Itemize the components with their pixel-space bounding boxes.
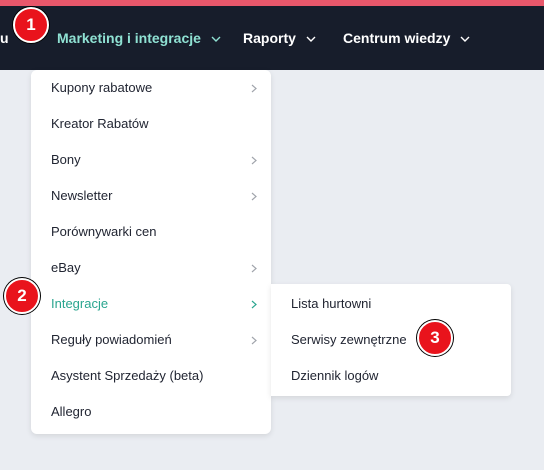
nav-item-label: Raporty [243,30,296,46]
top-navbar: u Marketing i integracje Raporty Centrum… [0,6,544,70]
menu-item-notification-rules[interactable]: Reguły powiadomień [31,322,271,358]
chevron-down-icon [211,36,221,43]
step-badge-2: 2 [4,278,40,314]
chevron-right-icon [251,286,257,322]
submenu-item-label: Lista hurtowni [291,296,372,311]
nav-reports[interactable]: Raporty [243,6,316,70]
menu-item-allegro[interactable]: Allegro [31,394,271,430]
submenu-item-external-services[interactable]: Serwisy zewnętrzne [271,322,511,358]
menu-item-price-comparison[interactable]: Porównywarki cen [31,214,271,250]
chevron-down-icon [306,36,316,43]
chevron-right-icon [251,70,257,106]
menu-item-label: Reguły powiadomień [51,332,172,347]
submenu-item-logs[interactable]: Dziennik logów [271,358,511,394]
menu-item-label: Integracje [51,296,109,311]
chevron-down-icon [460,36,470,43]
menu-item-discount-creator[interactable]: Kreator Rabatów [31,106,271,142]
menu-item-label: Asystent Sprzedaży (beta) [51,368,204,383]
menu-item-coupons[interactable]: Kupony rabatowe [31,70,271,106]
menu-item-sales-assistant[interactable]: Asystent Sprzedaży (beta) [31,358,271,394]
marketing-dropdown-menu: Kupony rabatowe Kreator Rabatów Bony New… [31,70,271,434]
nav-marketing-integrations[interactable]: Marketing i integracje [57,6,221,70]
menu-item-label: Kreator Rabatów [51,116,149,131]
nav-item-label: Marketing i integracje [57,30,201,46]
nav-item-label: Centrum wiedzy [343,30,451,46]
chevron-right-icon [251,142,257,178]
menu-item-ebay[interactable]: eBay [31,250,271,286]
chevron-right-icon [251,178,257,214]
submenu-item-wholesalers[interactable]: Lista hurtowni [271,286,511,322]
menu-item-label: Porównywarki cen [51,224,157,239]
submenu-item-label: Serwisy zewnętrzne [291,332,407,347]
menu-item-label: eBay [51,260,81,275]
menu-item-label: Bony [51,152,81,167]
menu-item-integrations[interactable]: Integracje [31,286,271,322]
menu-item-label: Kupony rabatowe [51,80,153,95]
menu-item-newsletter[interactable]: Newsletter [31,178,271,214]
nav-item-partial[interactable]: u [0,6,9,70]
menu-item-label: Allegro [51,404,92,419]
menu-item-vouchers[interactable]: Bony [31,142,271,178]
submenu-item-label: Dziennik logów [291,368,379,383]
integrations-submenu: Lista hurtowni Serwisy zewnętrzne Dzienn… [271,284,511,396]
step-badge-3: 3 [417,320,453,356]
chevron-right-icon [251,250,257,286]
nav-knowledge-center[interactable]: Centrum wiedzy [343,6,470,70]
menu-item-label: Newsletter [51,188,113,203]
chevron-right-icon [251,322,257,358]
step-badge-1: 1 [13,7,49,43]
